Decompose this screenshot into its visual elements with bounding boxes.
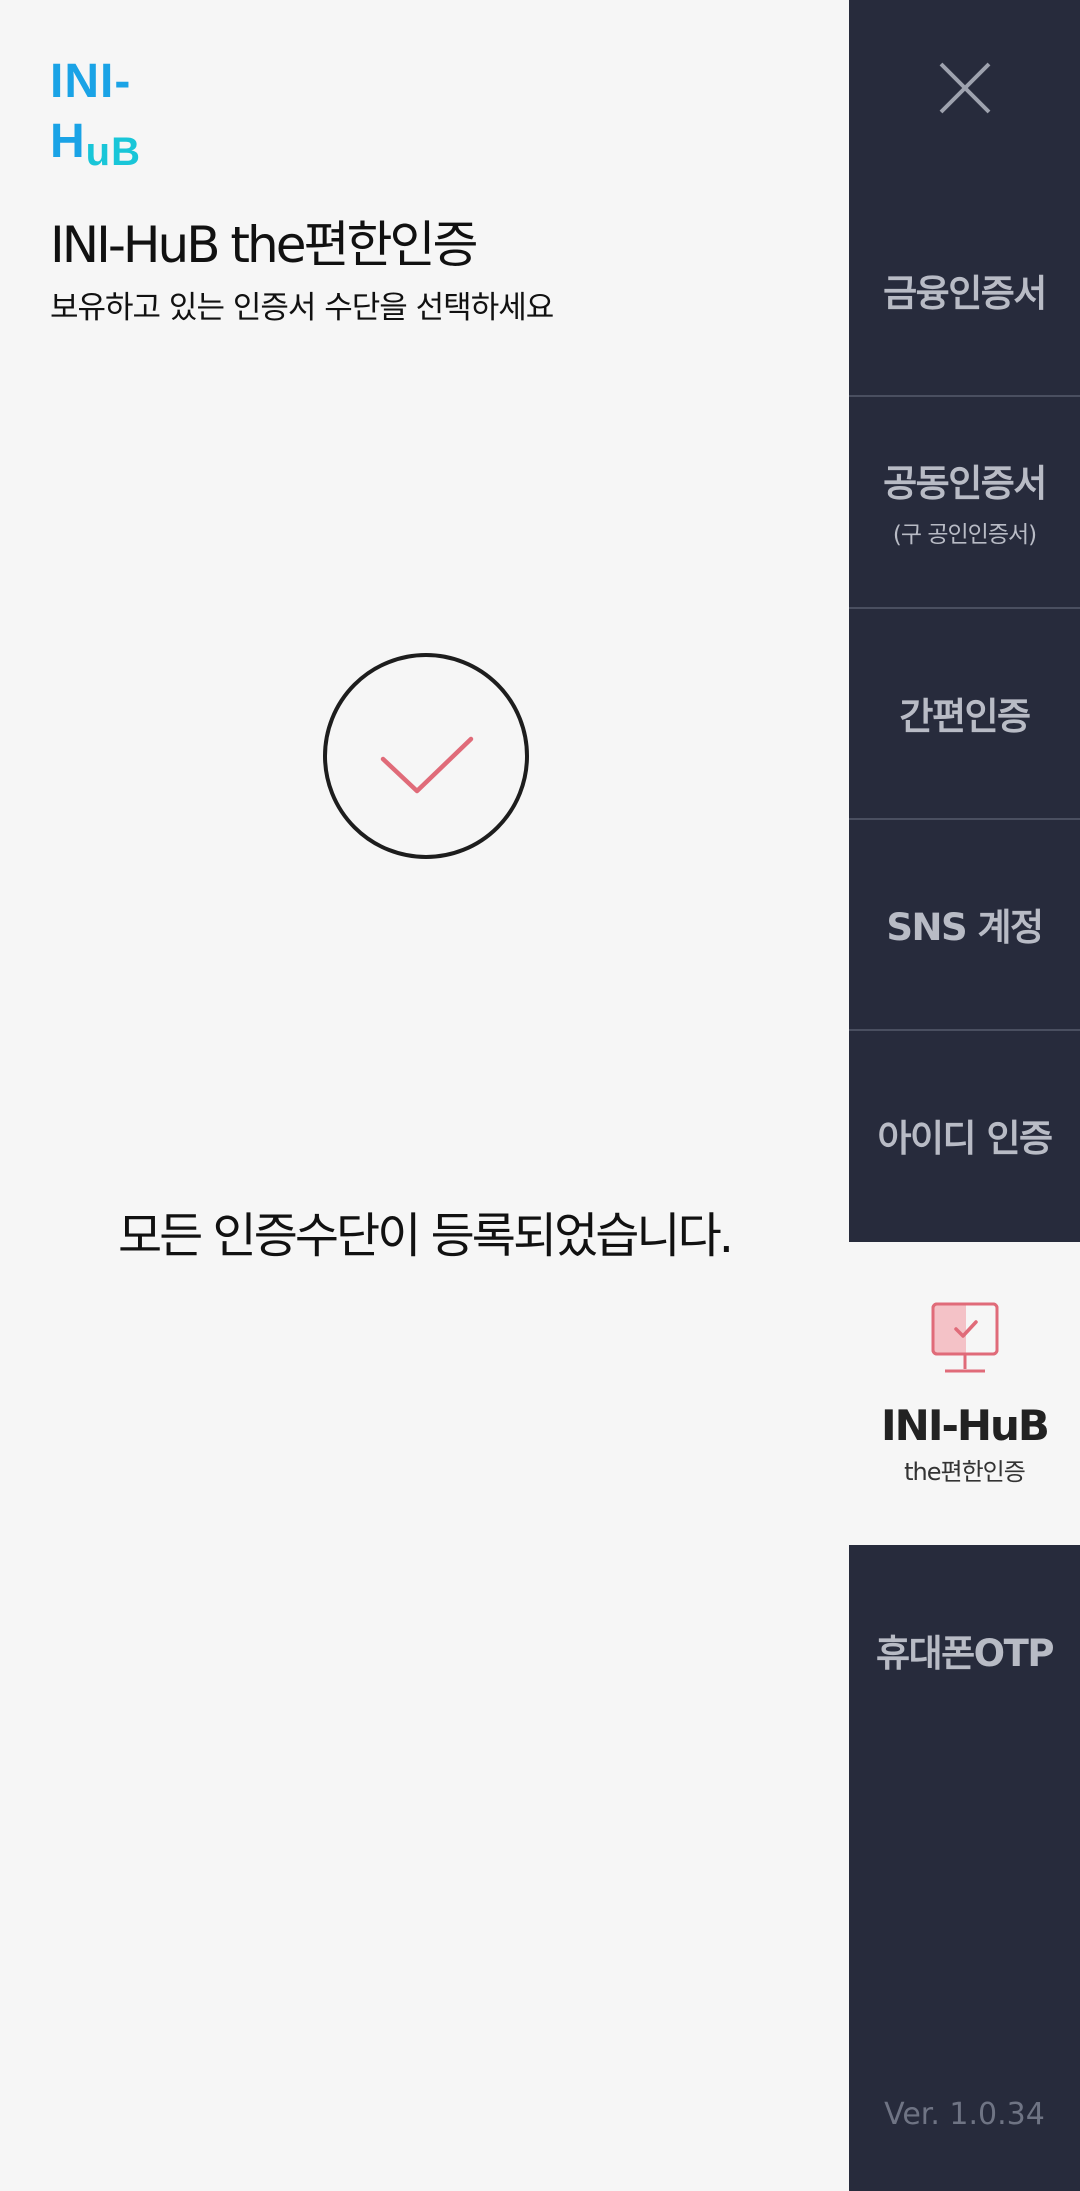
- sidebar-item-phone-otp[interactable]: 휴대폰OTP: [849, 1545, 1080, 1755]
- monitor-check-icon: [931, 1302, 998, 1372]
- ini-hub-logo: INI-HuB: [50, 52, 210, 174]
- sidebar: 금융인증서 공동인증서 (구 공인인증서) 간편인증 SNS 계정 아이디 인증: [849, 0, 1080, 2191]
- logo-text: INI-HuB: [50, 55, 141, 174]
- sidebar-item-joint-cert[interactable]: 공동인증서 (구 공인인증서): [849, 395, 1080, 605]
- sidebar-item-label: 휴대폰OTP: [876, 1632, 1054, 1675]
- sidebar-item-label: 공동인증서: [883, 462, 1047, 505]
- sidebar-item-simple-auth[interactable]: 간편인증: [849, 607, 1080, 817]
- page-title: INI-HuB the편한인증: [50, 216, 478, 274]
- sidebar-item-ini-hub[interactable]: INI-HuB the편한인증: [849, 1242, 1080, 1545]
- sidebar-item-label: 간편인증: [899, 695, 1031, 738]
- close-button[interactable]: [849, 0, 1080, 175]
- sidebar-item-id-auth[interactable]: 아이디 인증: [849, 1029, 1080, 1239]
- version-label: Ver. 1.0.34: [884, 2097, 1045, 2132]
- success-check-icon: [323, 653, 529, 859]
- sidebar-item-financial-cert[interactable]: 금융인증서: [849, 185, 1080, 395]
- sidebar-item-sublabel: the편한인증: [904, 1457, 1026, 1486]
- sidebar-item-label: INI-HuB: [881, 1400, 1050, 1450]
- sidebar-item-label: SNS 계정: [886, 906, 1044, 949]
- screen: INI-HuB INI-HuB the편한인증 보유하고 있는 인증서 수단을 …: [0, 0, 1080, 2191]
- sidebar-item-sns-account[interactable]: SNS 계정: [849, 818, 1080, 1028]
- page-subtitle: 보유하고 있는 인증서 수단을 선택하세요: [50, 290, 554, 326]
- main-content: INI-HuB INI-HuB the편한인증 보유하고 있는 인증서 수단을 …: [0, 0, 849, 2191]
- status-message: 모든 인증수단이 등록되었습니다.: [117, 1208, 734, 1264]
- close-icon: [939, 62, 990, 113]
- sidebar-item-label: 금융인증서: [883, 272, 1047, 315]
- sidebar-item-sublabel: (구 공인인증서): [892, 522, 1037, 548]
- sidebar-item-label: 아이디 인증: [877, 1117, 1053, 1160]
